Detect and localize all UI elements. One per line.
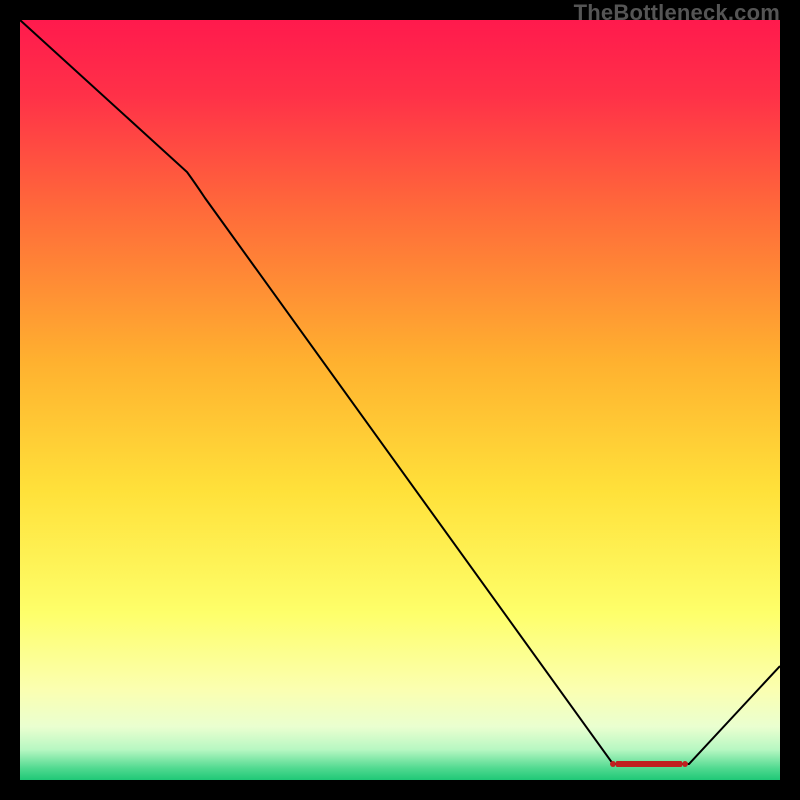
chart-frame: TheBottleneck.com xyxy=(0,0,800,800)
chart-background-gradient xyxy=(20,20,780,780)
watermark-text: TheBottleneck.com xyxy=(574,0,780,26)
plot-area xyxy=(20,20,780,780)
